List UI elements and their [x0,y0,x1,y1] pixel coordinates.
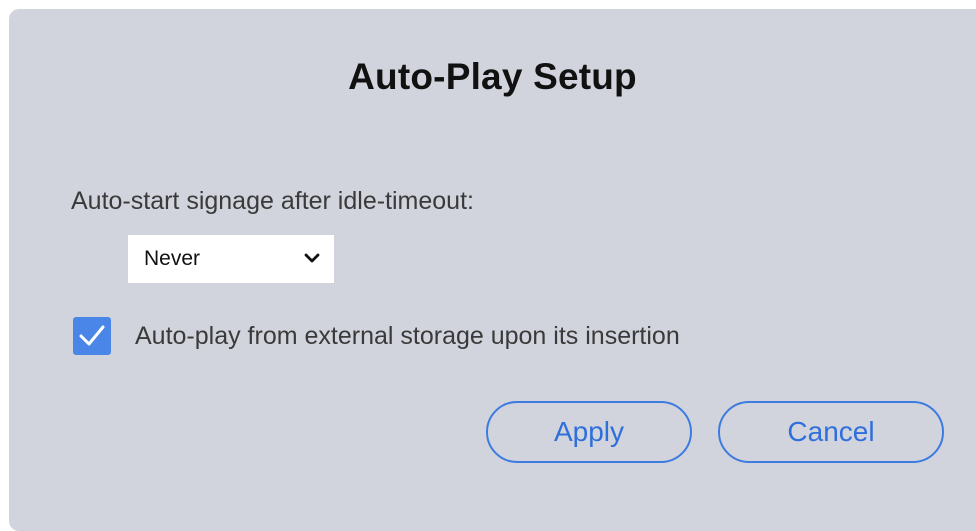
external-storage-label[interactable]: Auto-play from external storage upon its… [135,322,680,351]
auto-play-setup-dialog: Auto-Play Setup Auto-start signage after… [9,9,976,531]
checkmark-icon [79,325,105,346]
idle-timeout-select-value: Never [144,247,201,270]
chevron-down-icon [304,253,320,263]
cancel-button[interactable]: Cancel [718,401,944,463]
external-storage-checkbox[interactable] [73,317,111,355]
idle-timeout-select[interactable]: Never [128,235,334,283]
apply-button[interactable]: Apply [486,401,692,463]
dialog-title: Auto-Play Setup [348,56,637,97]
idle-timeout-label: Auto-start signage after idle-timeout: [71,187,474,215]
